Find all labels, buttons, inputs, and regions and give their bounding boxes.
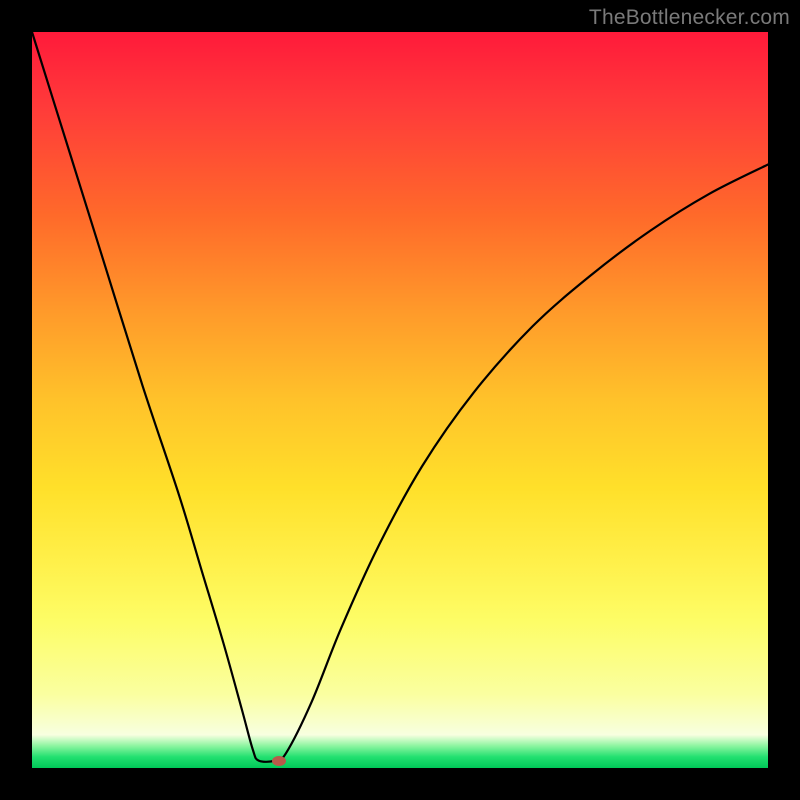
curve-svg (32, 32, 768, 768)
chart-frame: TheBottlenecker.com (0, 0, 800, 800)
plot-area (32, 32, 768, 768)
watermark-text: TheBottlenecker.com (589, 6, 790, 30)
bottleneck-curve (32, 32, 768, 762)
optimum-marker (272, 756, 286, 766)
